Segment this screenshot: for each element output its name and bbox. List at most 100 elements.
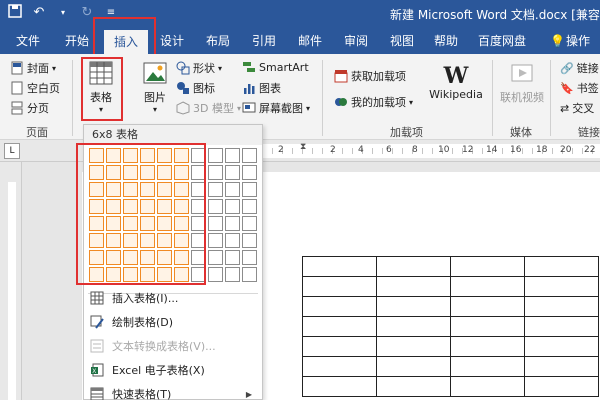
table-cell[interactable] — [302, 256, 377, 277]
table-cell[interactable] — [302, 336, 377, 357]
grid-cell[interactable] — [242, 182, 257, 197]
ruler-number: 10 — [438, 145, 450, 155]
table-cell[interactable] — [524, 376, 599, 397]
grid-cell[interactable] — [208, 233, 223, 248]
chart-button[interactable]: 图表 — [242, 80, 281, 96]
table-cell[interactable] — [450, 376, 525, 397]
excel-spreadsheet-menu-item[interactable]: X Excel 电子表格(X) — [84, 359, 262, 381]
grid-cell[interactable] — [208, 199, 223, 214]
screenshot-button[interactable]: 屏幕截图 ▾ — [242, 100, 310, 116]
tab-mailings[interactable]: 邮件 — [290, 28, 330, 54]
undo-icon[interactable]: ↶ — [30, 4, 48, 22]
bookmark-button[interactable]: 🔖 书签 — [560, 80, 599, 96]
grid-cell[interactable] — [208, 267, 223, 282]
draw-table-menu-item[interactable]: 绘制表格(D) — [84, 311, 262, 333]
table-cell[interactable] — [450, 256, 525, 277]
grid-cell[interactable] — [208, 250, 223, 265]
tab-file[interactable]: 文件 — [6, 28, 50, 54]
table-cell[interactable] — [302, 376, 377, 397]
quick-tables-menu-item[interactable]: 快速表格(T) ▶ — [84, 383, 262, 400]
cover-page-button[interactable]: 封面 ▾ — [10, 60, 56, 76]
grid-cell[interactable] — [208, 182, 223, 197]
cross-reference-button[interactable]: ⇄ 交叉 — [560, 100, 594, 116]
tab-layout[interactable]: 布局 — [198, 28, 238, 54]
table-cell[interactable] — [302, 356, 377, 377]
table-cell[interactable] — [450, 296, 525, 317]
grid-cell[interactable] — [225, 182, 240, 197]
table-cell[interactable] — [376, 316, 451, 337]
table-cell[interactable] — [450, 336, 525, 357]
grid-cell[interactable] — [242, 267, 257, 282]
tab-help[interactable]: 帮助 — [426, 28, 466, 54]
online-video-button[interactable]: 联机视频 — [498, 62, 546, 105]
table-cell[interactable] — [376, 276, 451, 297]
table-cell[interactable] — [302, 316, 377, 337]
ruler-number: 18 — [536, 145, 548, 155]
grid-cell[interactable] — [242, 148, 257, 163]
table-cell[interactable] — [376, 376, 451, 397]
cross-reference-label: 交叉 — [572, 102, 595, 115]
table-cell[interactable] — [524, 296, 599, 317]
tab-references[interactable]: 引用 — [244, 28, 284, 54]
grid-cell[interactable] — [225, 216, 240, 231]
convert-text-to-table-menu-item[interactable]: 文本转换成表格(V)... — [84, 335, 262, 357]
grid-cell[interactable] — [225, 233, 240, 248]
grid-cell[interactable] — [242, 165, 257, 180]
table-cell[interactable] — [302, 296, 377, 317]
tab-tell-me[interactable]: 💡 操作说 — [548, 28, 600, 74]
grid-cell[interactable] — [242, 216, 257, 231]
dropdown-icon[interactable]: ▾ — [54, 4, 72, 22]
table-cell[interactable] — [376, 296, 451, 317]
tab-home[interactable]: 开始 — [56, 28, 98, 54]
save-icon[interactable] — [6, 4, 24, 22]
tab-view[interactable]: 视图 — [382, 28, 422, 54]
table-cell[interactable] — [450, 276, 525, 297]
chart-icon — [244, 84, 255, 94]
tab-design[interactable]: 设计 — [152, 28, 192, 54]
table-cell[interactable] — [376, 256, 451, 277]
insert-table-menu-item[interactable]: 插入表格(I)... — [84, 287, 262, 309]
grid-cell[interactable] — [242, 233, 257, 248]
blank-page-button[interactable]: 空白页 — [10, 80, 60, 96]
grid-cell[interactable] — [208, 216, 223, 231]
wikipedia-button[interactable]: W Wikipedia — [426, 64, 486, 101]
grid-cell[interactable] — [242, 250, 257, 265]
tab-baidu-netdisk[interactable]: 百度网盘 — [472, 28, 532, 54]
table-cell[interactable] — [524, 256, 599, 277]
shapes-button[interactable]: 形状 ▾ — [176, 60, 222, 76]
document-table[interactable] — [302, 256, 599, 397]
table-cell[interactable] — [376, 356, 451, 377]
excel-spreadsheet-label: Excel 电子表格(X) — [112, 364, 205, 377]
table-cell[interactable] — [524, 356, 599, 377]
table-cell[interactable] — [524, 336, 599, 357]
get-addins-button[interactable]: 获取加载项 — [334, 68, 406, 84]
table-cell[interactable] — [524, 316, 599, 337]
grid-cell[interactable] — [225, 148, 240, 163]
indent-marker-icon[interactable]: ⧗ — [300, 142, 306, 152]
table-cell[interactable] — [450, 356, 525, 377]
vertical-ruler-strip — [8, 182, 16, 400]
grid-cell[interactable] — [242, 199, 257, 214]
grid-cell[interactable] — [225, 199, 240, 214]
table-cell[interactable] — [302, 276, 377, 297]
tab-review[interactable]: 审阅 — [336, 28, 376, 54]
3d-model-button[interactable]: 3D 模型 ▾ — [176, 100, 241, 116]
link-button[interactable]: 🔗 链接 — [560, 60, 599, 76]
tab-selector[interactable]: L — [4, 143, 20, 159]
grid-cell[interactable] — [225, 165, 240, 180]
smartart-button[interactable]: SmartArt — [242, 60, 309, 74]
table-cell[interactable] — [450, 316, 525, 337]
vertical-ruler[interactable] — [0, 162, 22, 400]
table-cell[interactable] — [524, 276, 599, 297]
table-row — [302, 336, 599, 357]
picture-button[interactable]: 图片 ▾ — [138, 60, 172, 114]
grid-cell[interactable] — [208, 148, 223, 163]
grid-cell[interactable] — [225, 250, 240, 265]
icons-button[interactable]: 图标 — [176, 80, 215, 96]
table-cell[interactable] — [376, 336, 451, 357]
grid-cell[interactable] — [208, 165, 223, 180]
my-addins-button[interactable]: 我的加载项 ▾ — [334, 94, 413, 110]
icons-label: 图标 — [193, 82, 215, 95]
grid-cell[interactable] — [225, 267, 240, 282]
page-break-button[interactable]: 分页 — [10, 100, 49, 116]
